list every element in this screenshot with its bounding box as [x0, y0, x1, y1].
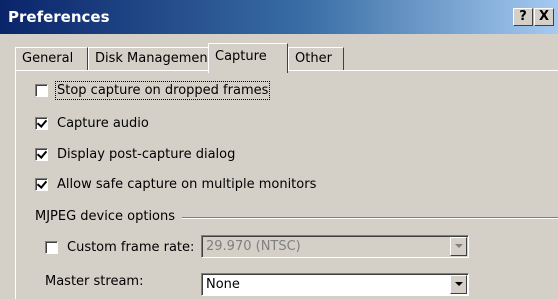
chevron-down-icon[interactable] [450, 275, 467, 294]
chevron-down-icon [450, 237, 467, 256]
post-capture-checkbox[interactable] [35, 147, 48, 161]
safe-capture-checkbox[interactable] [35, 177, 48, 191]
custom-frame-rate-option[interactable]: Custom frame rate: [45, 238, 194, 256]
safe-capture-option[interactable]: Allow safe capture on multiple monitors [35, 175, 316, 193]
master-stream-label: Master stream: [45, 274, 144, 289]
title-bar: Preferences ? X [0, 0, 558, 34]
capture-audio-option[interactable]: Capture audio [35, 114, 149, 132]
custom-frame-rate-label: Custom frame rate: [67, 239, 195, 255]
tab-disk-management[interactable]: Disk Management [88, 47, 223, 71]
frame-rate-dropdown: 29.970 (NTSC) [201, 235, 469, 258]
window-title: Preferences [8, 8, 110, 26]
stop-capture-checkbox[interactable] [35, 83, 48, 97]
custom-frame-rate-checkbox[interactable] [45, 240, 58, 254]
master-stream-value: None [206, 277, 240, 292]
post-capture-label: Display post-capture dialog [57, 146, 236, 162]
master-stream-dropdown[interactable]: None [201, 273, 469, 296]
group-divider [182, 217, 558, 219]
frame-rate-value: 29.970 (NTSC) [206, 239, 301, 254]
mjpeg-group-label: MJPEG device options [35, 209, 176, 224]
help-button[interactable]: ? [513, 8, 533, 26]
close-button[interactable]: X [534, 8, 554, 26]
post-capture-option[interactable]: Display post-capture dialog [35, 145, 235, 163]
tab-other[interactable]: Other [288, 47, 344, 71]
tab-general[interactable]: General [15, 47, 88, 71]
stop-capture-label: Stop capture on dropped frames [54, 80, 271, 100]
safe-capture-label: Allow safe capture on multiple monitors [57, 176, 317, 192]
capture-audio-checkbox[interactable] [35, 116, 48, 130]
tab-capture[interactable]: Capture [208, 43, 288, 73]
capture-audio-label: Capture audio [57, 115, 149, 131]
stop-capture-option[interactable]: Stop capture on dropped frames [35, 80, 271, 100]
